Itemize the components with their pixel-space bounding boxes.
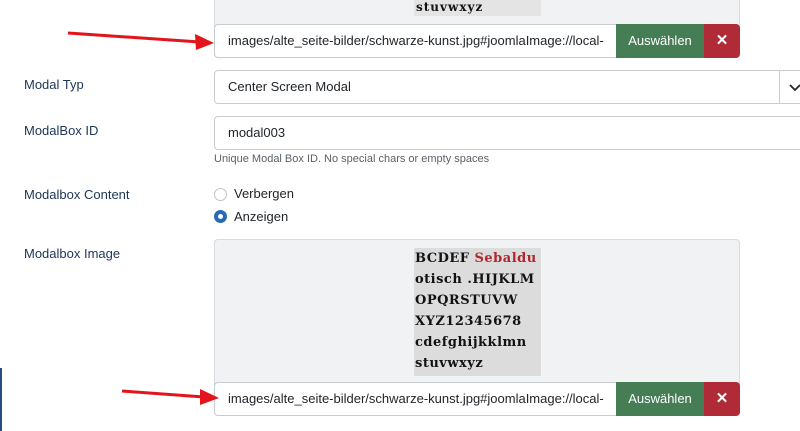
thumbnail-line-4: XYZ12345678 — [415, 314, 522, 329]
clear-image-button[interactable]: ✕ — [704, 382, 740, 416]
thumbnail-line-5: cdefghijkklmn — [415, 335, 527, 350]
modal-type-label: Modal Typ — [24, 77, 84, 92]
modalbox-image-label: Modalbox Image — [24, 246, 121, 261]
thumbnail-line-6: stuvwxyz — [415, 356, 484, 371]
image-path-input[interactable]: images/alte_seite-bilder/schwarze-kunst.… — [214, 382, 616, 416]
image-thumbnail: BCDEF Sebaldu otisch .HIJKLM OPQRSTUVW X… — [414, 248, 541, 376]
select-image-button-top[interactable]: Auswählen — [616, 24, 704, 58]
select-image-button[interactable]: Auswählen — [616, 382, 704, 416]
image-path-row-top: images/alte_seite-bilder/schwarze-kunst.… — [214, 24, 740, 58]
thumbnail-line-2: otisch .HIJKLM — [415, 272, 535, 287]
annotation-arrow-top-icon — [67, 31, 214, 50]
modalbox-id-label: ModalBox ID — [24, 123, 99, 138]
clear-image-button-top[interactable]: ✕ — [704, 24, 740, 58]
image-path-row: images/alte_seite-bilder/schwarze-kunst.… — [214, 382, 740, 416]
chevron-down-icon[interactable] — [779, 71, 800, 103]
radio-anzeigen-label[interactable]: Anzeigen — [234, 209, 288, 224]
image-thumbnail-top: stuvwxyz — [414, 0, 541, 16]
modalbox-id-help: Unique Modal Box ID. No special chars or… — [214, 153, 490, 165]
modalbox-id-input[interactable]: modal003 — [214, 116, 800, 150]
radio-verbergen[interactable] — [214, 188, 227, 201]
radio-verbergen-label[interactable]: Verbergen — [234, 186, 294, 201]
thumbnail-line-3: OPQRSTUVW — [415, 293, 518, 308]
image-path-input-top[interactable]: images/alte_seite-bilder/schwarze-kunst.… — [214, 24, 616, 58]
modalbox-content-label: Modalbox Content — [24, 187, 130, 202]
thumbnail-text: stuvwxyz — [416, 0, 484, 14]
annotation-arrow-bottom-icon — [121, 389, 219, 405]
modal-type-select[interactable]: Center Screen Modal — [214, 70, 800, 104]
thumbnail-line-1: BCDEF Sebaldu — [415, 251, 537, 266]
left-edge-indicator — [0, 368, 2, 431]
radio-anzeigen[interactable] — [214, 210, 227, 223]
